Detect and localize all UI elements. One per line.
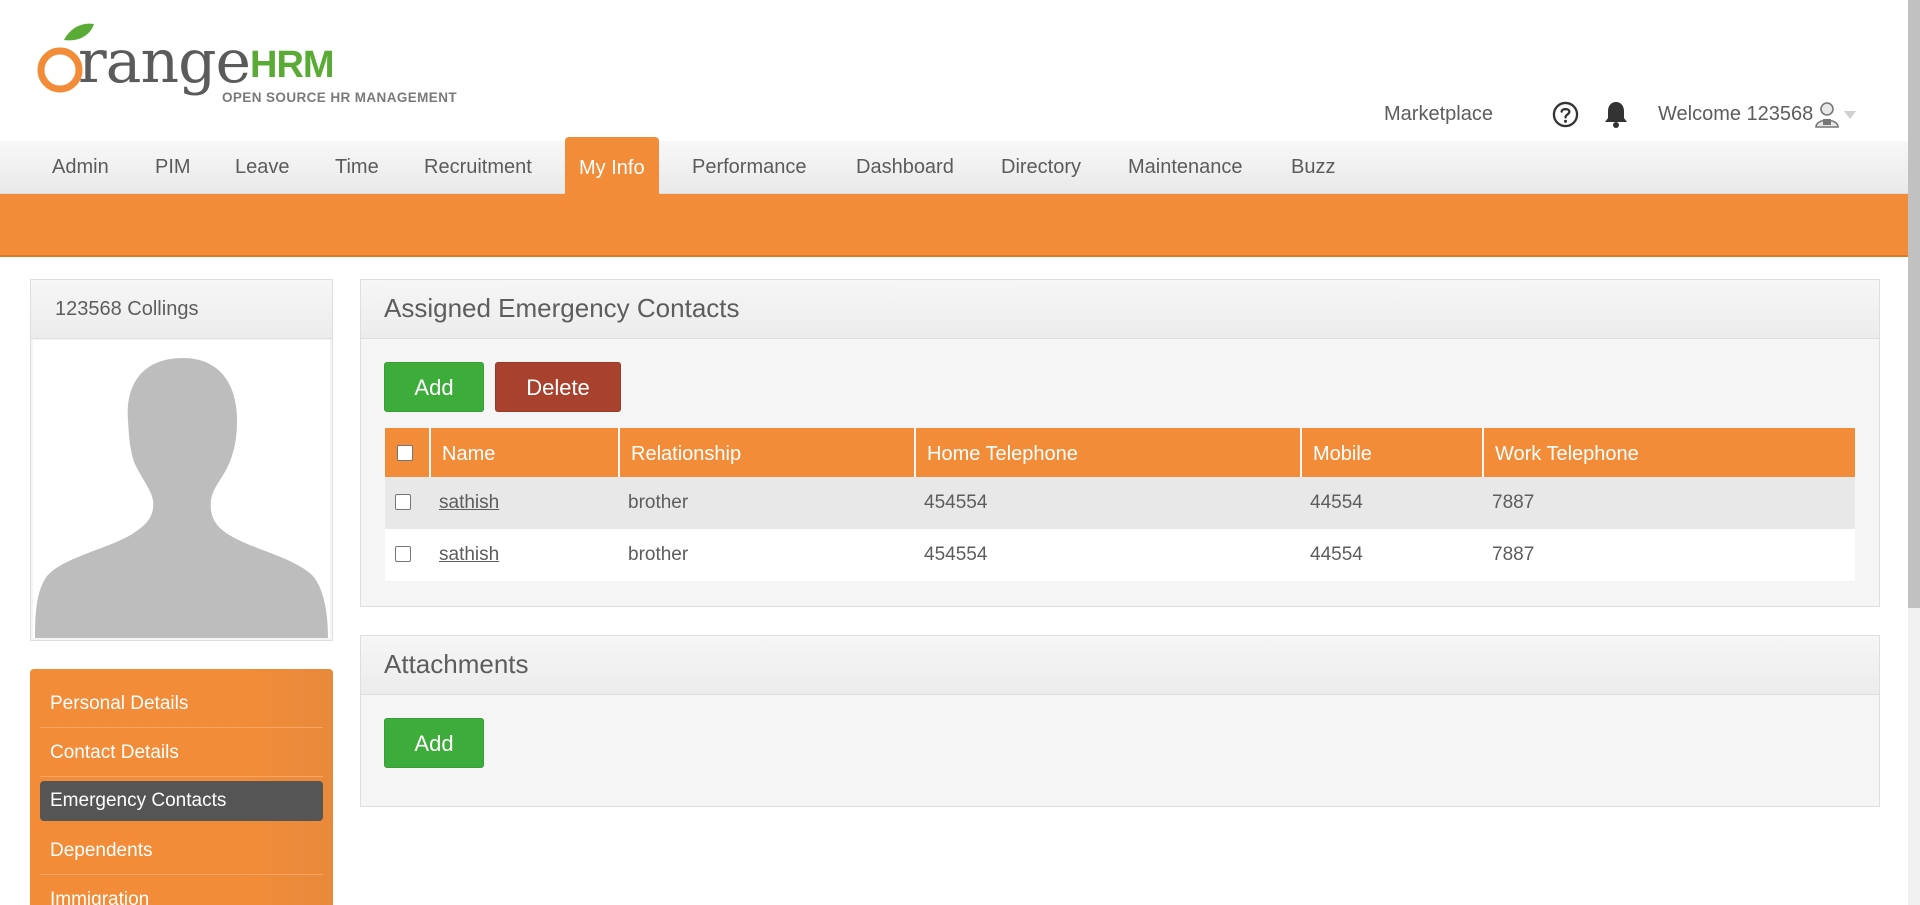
menu-item-dashboard[interactable]: Dashboard — [842, 141, 968, 194]
contact-name-link[interactable]: sathish — [439, 544, 499, 565]
profile-card: 123568 Collings — [30, 279, 333, 641]
menu-item-time[interactable]: Time — [321, 141, 393, 194]
attachments-panel: Attachments Add — [360, 635, 1880, 807]
employee-name: 123568 Collings — [31, 280, 332, 339]
attachments-title: Attachments — [361, 636, 1879, 695]
column-header-name[interactable]: Name — [429, 428, 618, 477]
table-row: sathish brother 454554 44554 7887 — [385, 529, 1855, 581]
relationship-cell: brother — [628, 492, 689, 513]
logo-wordmark: range — [78, 27, 251, 97]
orangehrm-logo[interactable]: range HRM OPEN SOURCE HR MANAGEMENT — [36, 18, 466, 110]
emergency-contacts-panel: Assigned Emergency Contacts Add Delete N… — [360, 279, 1880, 607]
menu-item-maintenance[interactable]: Maintenance — [1114, 141, 1257, 194]
sidebar-item-emergency-contacts[interactable]: Emergency Contacts — [40, 781, 323, 821]
sidebar-item-dependents[interactable]: Dependents — [40, 826, 323, 875]
column-header-work-telephone[interactable]: Work Telephone — [1482, 428, 1855, 477]
relationship-cell: brother — [628, 544, 689, 565]
emergency-contacts-title: Assigned Emergency Contacts — [361, 280, 1879, 339]
row-checkbox[interactable] — [395, 546, 411, 562]
mobile-cell: 44554 — [1310, 544, 1363, 565]
table-header: Name Relationship Home Telephone Mobile … — [385, 428, 1855, 477]
menu-item-recruitment[interactable]: Recruitment — [410, 141, 546, 194]
menu-item-performance[interactable]: Performance — [678, 141, 821, 194]
bell-icon[interactable] — [1603, 100, 1629, 128]
logo-tagline: OPEN SOURCE HR MANAGEMENT — [222, 90, 458, 105]
header-checkbox-cell — [385, 428, 429, 477]
contact-name-link[interactable]: sathish — [439, 492, 499, 513]
contact-name-cell: sathish — [429, 477, 499, 529]
main-menu-bar: Admin PIM Leave Time Recruitment My Info… — [0, 137, 1908, 194]
user-avatar-icon[interactable] — [1814, 100, 1840, 128]
person-silhouette-icon — [35, 358, 328, 638]
marketplace-link[interactable]: Marketplace — [1384, 98, 1493, 130]
sidebar-item-contact-details[interactable]: Contact Details — [40, 728, 323, 777]
select-all-checkbox[interactable] — [397, 445, 413, 461]
delete-contact-button[interactable]: Delete — [495, 362, 621, 412]
work-telephone-cell: 7887 — [1492, 492, 1535, 513]
work-telephone-cell: 7887 — [1492, 544, 1535, 565]
sidebar-item-personal-details[interactable]: Personal Details — [40, 679, 323, 728]
contact-name-cell: sathish — [429, 529, 499, 581]
column-header-home-telephone[interactable]: Home Telephone — [914, 428, 1300, 477]
menu-item-buzz[interactable]: Buzz — [1277, 141, 1349, 194]
logo-hrm: HRM — [250, 44, 335, 86]
menu-item-admin[interactable]: Admin — [38, 141, 123, 194]
page-scrollbar-thumb[interactable] — [1908, 0, 1920, 608]
menu-item-directory[interactable]: Directory — [987, 141, 1095, 194]
welcome-text[interactable]: Welcome 123568 — [1658, 98, 1813, 130]
home-telephone-cell: 454554 — [924, 544, 988, 565]
profile-photo[interactable] — [33, 340, 330, 638]
column-header-relationship[interactable]: Relationship — [618, 428, 914, 477]
table-row: sathish brother 454554 44554 7887 — [385, 477, 1855, 529]
chevron-down-icon[interactable] — [1844, 110, 1856, 120]
help-circle-icon[interactable] — [1552, 101, 1579, 128]
menu-item-pim[interactable]: PIM — [141, 141, 205, 194]
menu-item-my-info[interactable]: My Info — [565, 137, 659, 194]
emergency-contacts-table: Name Relationship Home Telephone Mobile … — [385, 428, 1855, 581]
home-telephone-cell: 454554 — [924, 492, 988, 513]
menu-item-leave[interactable]: Leave — [221, 141, 304, 194]
mobile-cell: 44554 — [1310, 492, 1363, 513]
column-header-mobile[interactable]: Mobile — [1300, 428, 1482, 477]
add-contact-button[interactable]: Add — [384, 362, 484, 412]
row-checkbox[interactable] — [395, 494, 411, 510]
submenu-band — [0, 194, 1908, 257]
sidebar-item-immigration[interactable]: Immigration — [40, 875, 323, 905]
sidebar-menu: Personal Details Contact Details Emergen… — [30, 669, 333, 905]
add-attachment-button[interactable]: Add — [384, 718, 484, 768]
app-header: range HRM OPEN SOURCE HR MANAGEMENT Mark… — [0, 0, 1908, 141]
